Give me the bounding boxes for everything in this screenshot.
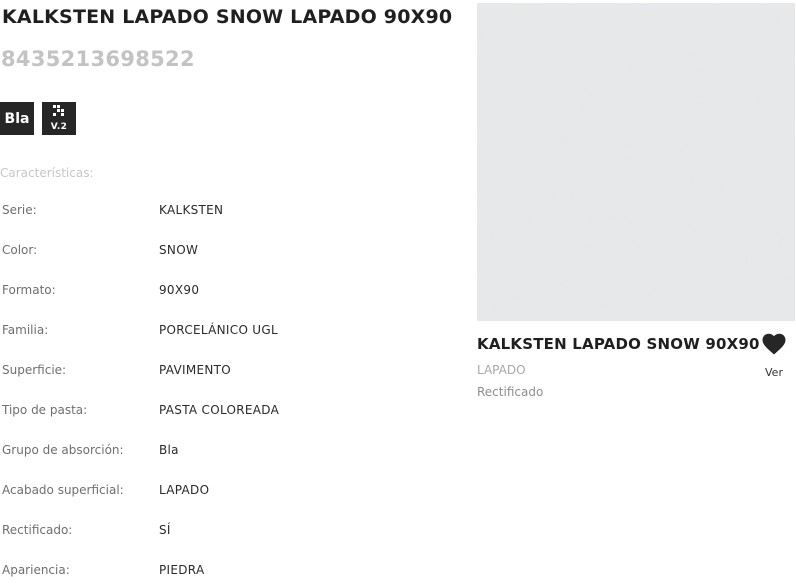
spec-value: LAPADO [159, 483, 210, 497]
spec-value: 90X90 [159, 283, 200, 297]
heart-icon [762, 333, 786, 355]
spec-value: PAVIMENTO [159, 363, 232, 377]
absorption-badge: Bla [0, 102, 34, 135]
spec-row-serie: Serie: KALKSTEN [0, 203, 460, 223]
product-title: KALKSTEN LAPADO SNOW LAPADO 90X90 [2, 6, 453, 28]
spec-label: Serie: [2, 203, 37, 217]
spec-value: PASTA COLOREADA [159, 403, 280, 417]
spec-row-color: Color: SNOW [0, 243, 460, 263]
card-title[interactable]: KALKSTEN LAPADO SNOW 90X90 [477, 335, 760, 353]
version-badge: V.2 [42, 102, 76, 135]
spec-value: PORCELÁNICO UGL [159, 323, 278, 337]
spec-row-formato: Formato: 90X90 [0, 283, 460, 303]
spec-row-familia: Familia: PORCELÁNICO UGL [0, 323, 460, 343]
product-ean: 8435213698522 [1, 47, 195, 71]
version-label: V.2 [50, 122, 68, 132]
spec-label: Grupo de absorción: [2, 443, 124, 457]
spec-row-acabado: Acabado superficial: LAPADO [0, 483, 460, 503]
spec-label: Familia: [2, 323, 49, 337]
spec-label: Rectificado: [2, 523, 73, 537]
spec-row-rectificado: Rectificado: SÍ [0, 523, 460, 543]
spec-label: Formato: [2, 283, 56, 297]
spec-label: Acabado superficial: [2, 483, 124, 497]
spec-value: Bla [159, 443, 179, 457]
spec-label: Superficie: [2, 363, 67, 377]
spec-row-tipo-pasta: Tipo de pasta: PASTA COLOREADA [0, 403, 460, 423]
specs-heading: Características: [0, 166, 94, 180]
spec-value: KALKSTEN [159, 203, 224, 217]
spec-value: SÍ [159, 523, 171, 537]
spec-label: Tipo de pasta: [2, 403, 88, 417]
product-tile-image[interactable] [477, 3, 795, 321]
spec-label: Apariencia: [2, 563, 70, 577]
spec-row-apariencia: Apariencia: PIEDRA [0, 563, 460, 583]
spec-value: SNOW [159, 243, 199, 257]
card-finish: LAPADO [477, 363, 526, 377]
spec-row-superficie: Superficie: PAVIMENTO [0, 363, 460, 383]
spec-label: Color: [2, 243, 38, 257]
spec-row-absorcion: Grupo de absorción: Bla [0, 443, 460, 463]
favorite-label: Ver [765, 366, 783, 379]
stone-texture [477, 3, 795, 321]
spec-value: PIEDRA [159, 563, 205, 577]
favorite-button[interactable]: Ver [752, 333, 796, 381]
qr-grid-icon [53, 105, 65, 117]
card-edge: Rectificado [477, 385, 544, 399]
